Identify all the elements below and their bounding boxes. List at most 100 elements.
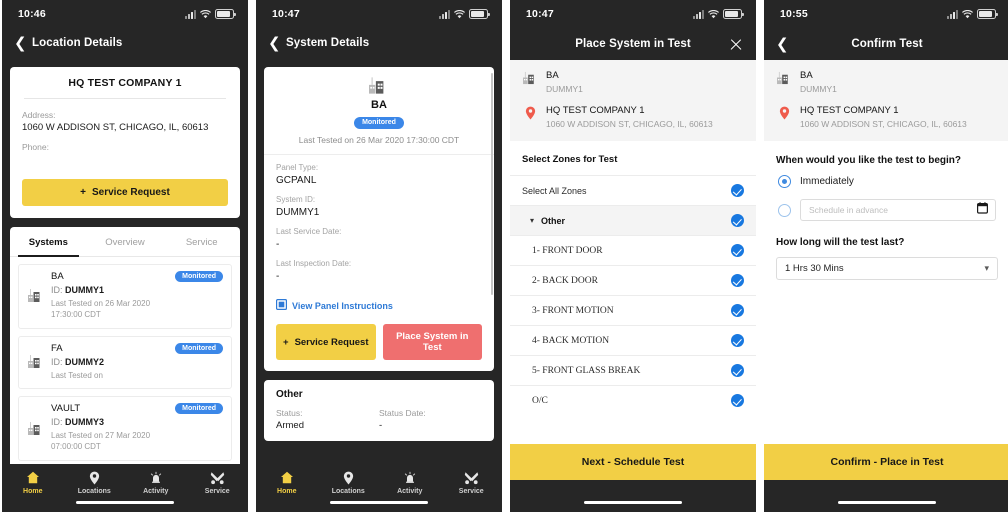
bottom-tab-bar: Home Locations Activity Service bbox=[2, 464, 248, 512]
service-request-label: Service Request bbox=[92, 187, 170, 198]
zone-row[interactable]: 5- FRONT GLASS BREAK bbox=[510, 355, 756, 385]
battery-icon bbox=[723, 9, 744, 19]
option-immediately[interactable]: Immediately bbox=[764, 175, 1008, 188]
system-actions: + Service Request Place System in Test bbox=[264, 324, 494, 371]
wifi-icon bbox=[708, 9, 719, 19]
address-value: 1060 W ADDISON ST, CHICAGO, IL, 60613 bbox=[22, 122, 209, 133]
home-icon bbox=[256, 470, 318, 485]
bottom-tab-bar: Home Locations Activity Service bbox=[256, 464, 502, 512]
chevron-down-icon[interactable]: ▾ bbox=[530, 216, 534, 225]
zone-row[interactable]: 4- BACK MOTION bbox=[510, 325, 756, 355]
page-title: Location Details bbox=[32, 37, 123, 49]
chevron-down-icon[interactable]: ▾ bbox=[984, 264, 989, 274]
map-pin-icon bbox=[776, 105, 792, 120]
check-icon[interactable] bbox=[731, 184, 744, 197]
other-status-date: Status Date: - bbox=[379, 408, 482, 431]
system-id-label: ID: bbox=[51, 285, 63, 295]
nav-bar: ❮ Confirm Test bbox=[764, 28, 1008, 60]
context-system: BA DUMMY1 bbox=[522, 70, 744, 94]
tab-service[interactable]: Service bbox=[441, 470, 503, 495]
context-system-text: BA DUMMY1 bbox=[546, 70, 583, 94]
status-time: 10:46 bbox=[18, 8, 46, 20]
begin-question: When would you like the test to begin? bbox=[776, 155, 961, 166]
last-tested: Last Tested on 27 Mar 2020 07:00:00 CDT bbox=[51, 431, 151, 452]
last-tested: Last Tested on 26 Mar 2020 17:30:00 CDT bbox=[51, 299, 151, 319]
list-item[interactable]: VAULT Monitored ID: DUMMY3 Last Tested o… bbox=[18, 396, 232, 461]
tab-systems[interactable]: Systems bbox=[10, 227, 87, 257]
context-location: HQ TEST COMPANY 1 1060 W ADDISON ST, CHI… bbox=[522, 105, 744, 129]
chevron-left-icon[interactable]: ❮ bbox=[14, 35, 28, 51]
phone-screen-system-details: 10:47 ❮ System Details BA Monitored Last… bbox=[256, 0, 502, 512]
zone-row[interactable]: O/C bbox=[510, 385, 756, 415]
building-icon bbox=[27, 403, 44, 453]
wifi-icon bbox=[454, 9, 465, 19]
calendar-icon[interactable] bbox=[977, 201, 989, 219]
service-request-button[interactable]: + Service Request bbox=[22, 179, 228, 206]
list-item[interactable]: FA Monitored ID: DUMMY2 Last Tested on bbox=[18, 335, 232, 390]
tab-overview[interactable]: Overview bbox=[87, 227, 164, 256]
status-icons bbox=[947, 9, 998, 19]
signal-icon bbox=[693, 9, 704, 19]
service-request-button[interactable]: + Service Request bbox=[276, 324, 376, 360]
radio-immediately[interactable] bbox=[778, 175, 791, 188]
chevron-left-icon[interactable]: ❮ bbox=[776, 36, 790, 52]
zone-row[interactable]: 3- FRONT MOTION bbox=[510, 295, 756, 325]
check-icon[interactable] bbox=[731, 334, 744, 347]
tab-activity[interactable]: Activity bbox=[379, 470, 441, 495]
list-item[interactable]: BA Monitored ID: DUMMY1 Last Tested on 2… bbox=[18, 264, 232, 329]
nav-bar: ❮ Location Details bbox=[2, 28, 248, 58]
confirm-place-in-test-button[interactable]: Confirm - Place in Test bbox=[764, 444, 1008, 480]
zone-group-other-row[interactable]: ▾ Other bbox=[510, 205, 756, 235]
status-value: Armed bbox=[276, 420, 304, 431]
schedule-date-input[interactable]: Schedule in advance bbox=[800, 199, 996, 221]
tab-locations[interactable]: Locations bbox=[318, 470, 380, 495]
tab-home[interactable]: Home bbox=[2, 470, 64, 495]
scrollbar-thumb[interactable] bbox=[490, 73, 493, 295]
check-icon[interactable] bbox=[731, 364, 744, 377]
duration-select[interactable]: 1 Hrs 30 Mins ▾ bbox=[776, 257, 998, 280]
chevron-left-icon[interactable]: ❮ bbox=[268, 35, 282, 51]
document-icon bbox=[276, 297, 288, 315]
check-icon[interactable] bbox=[731, 304, 744, 317]
battery-icon bbox=[977, 9, 998, 19]
other-status: Status: Armed bbox=[276, 408, 379, 431]
tab-activity[interactable]: Activity bbox=[125, 470, 187, 495]
tab-service[interactable]: Service bbox=[163, 227, 240, 256]
option-schedule-in-advance[interactable]: Schedule in advance bbox=[764, 199, 1008, 221]
tab-locations[interactable]: Locations bbox=[64, 470, 126, 495]
signal-icon bbox=[947, 9, 958, 19]
status-badge: Monitored bbox=[354, 116, 404, 129]
home-indicator bbox=[76, 500, 174, 504]
tab-home[interactable]: Home bbox=[256, 470, 318, 495]
other-grid: Status: Armed Status Date: - bbox=[276, 408, 482, 431]
zone-row[interactable]: 2- BACK DOOR bbox=[510, 265, 756, 295]
check-icon[interactable] bbox=[731, 244, 744, 257]
zone-row[interactable]: 1- FRONT DOOR bbox=[510, 235, 756, 265]
tab-label: Service bbox=[204, 488, 230, 495]
building-icon bbox=[522, 70, 538, 85]
select-all-zones-row[interactable]: Select All Zones bbox=[510, 175, 756, 205]
view-panel-instructions-link[interactable]: View Panel Instructions bbox=[264, 295, 494, 324]
check-icon[interactable] bbox=[731, 214, 744, 227]
check-icon[interactable] bbox=[731, 274, 744, 287]
tab-label: Activity bbox=[397, 488, 423, 495]
radio-schedule[interactable] bbox=[778, 203, 791, 217]
system-id: ID: DUMMY2 bbox=[51, 357, 223, 367]
zone-label: 5- FRONT GLASS BREAK bbox=[532, 365, 641, 376]
next-schedule-test-button[interactable]: Next - Schedule Test bbox=[510, 444, 756, 480]
other-card: Other Status: Armed Status Date: - bbox=[264, 380, 494, 441]
building-icon bbox=[776, 70, 792, 85]
place-system-in-test-button[interactable]: Place System in Test bbox=[382, 324, 482, 360]
zone-group-label-wrap: ▾ Other bbox=[522, 216, 565, 226]
tabs: Systems Overview Service bbox=[10, 227, 240, 257]
battery-icon bbox=[215, 9, 236, 19]
tab-service[interactable]: Service bbox=[187, 470, 249, 495]
home-indicator bbox=[584, 500, 682, 504]
tab-label: Systems bbox=[28, 237, 68, 248]
location-name: HQ TEST COMPANY 1 bbox=[800, 105, 899, 116]
check-icon[interactable] bbox=[731, 394, 744, 407]
list-item-info: FA Monitored ID: DUMMY2 Last Tested on bbox=[51, 342, 223, 382]
close-icon[interactable] bbox=[728, 36, 744, 52]
battery-icon bbox=[469, 9, 490, 19]
scrollbar[interactable] bbox=[490, 73, 493, 365]
